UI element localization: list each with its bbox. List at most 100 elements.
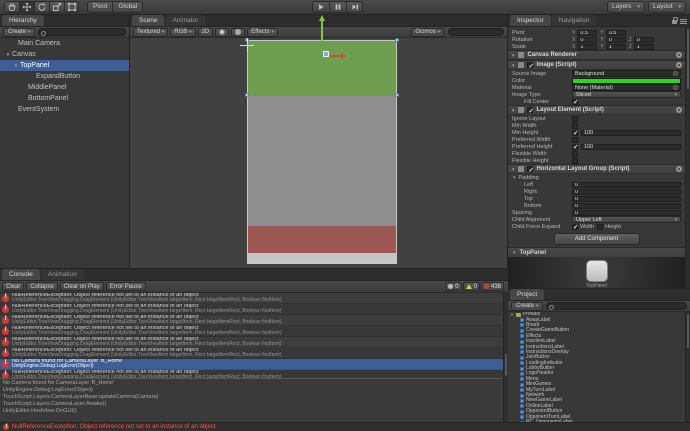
global-toggle-button[interactable]: Global [112,1,143,13]
checkbox[interactable] [572,130,578,136]
rotation-z-field[interactable]: 0 [634,37,654,43]
rotation-y-field[interactable]: 0 [606,37,626,43]
rotation-x-field[interactable]: 0 [577,37,597,43]
checkbox[interactable] [572,123,578,129]
hierarchy-item[interactable]: ▼ TopPanel [0,60,129,71]
image-component-header[interactable]: ▼ Image (Script) [508,60,685,70]
hierarchy-item[interactable]: ExpandButton [0,71,129,82]
padding-value-field[interactable]: 0 [572,189,681,195]
scale-y-field[interactable]: 1 [606,44,626,50]
rect-handle-icon[interactable] [245,93,249,97]
tab-hierarchy[interactable]: Hierarchy [2,15,44,26]
tab-animator[interactable]: Animator [165,15,205,26]
color-swatch[interactable] [572,78,681,84]
render-mode-dropdown[interactable]: RGB [170,28,195,37]
scene-viewport[interactable] [130,38,507,268]
checkbox[interactable] [572,151,578,157]
layers-dropdown[interactable]: Layers [607,1,645,13]
console-log-entry[interactable]: NullReferenceException: Object reference… [0,370,503,378]
foldout-arrow-icon[interactable]: ▼ [12,63,20,68]
foldout-arrow-icon[interactable]: ▼ [511,108,515,113]
material-field[interactable]: None (Material) [572,84,681,91]
gizmos-dropdown[interactable]: Gizmos [411,28,444,37]
scale-x-field[interactable]: 1 [577,44,597,50]
foldout-arrow-icon[interactable]: ▼ [510,312,514,317]
scale-tool-button[interactable] [49,1,64,13]
lighting-toggle-button[interactable] [215,28,229,37]
rotate-tool-button[interactable] [34,1,49,13]
warning-count-toggle[interactable]: 0 [463,282,480,291]
padding-foldout-row[interactable]: ▼ Padding [508,174,685,181]
value-field[interactable]: 100 [581,130,681,136]
component-enabled-checkbox[interactable] [527,62,533,68]
audio-toggle-button[interactable] [231,28,245,37]
foldout-arrow-icon[interactable]: ▼ [512,250,516,255]
scrollbar-thumb[interactable] [505,354,507,376]
pivot-toggle-button[interactable]: Pivot [87,1,112,13]
checkbox[interactable] [572,116,578,122]
width-checkbox[interactable] [572,224,578,230]
play-button[interactable] [312,1,329,13]
clear-on-play-button[interactable]: Clear on Play [60,282,104,291]
menu-icon[interactable] [680,19,687,24]
checkbox[interactable] [572,158,578,164]
hierarchy-item[interactable]: EventSystem [0,104,129,115]
gear-icon[interactable] [676,107,682,113]
rect-handle-icon[interactable] [395,38,399,42]
add-component-button[interactable]: Add Component [554,233,640,245]
layout-dropdown[interactable]: Layout [648,1,686,13]
hierarchy-item[interactable]: Main Camera [0,38,129,49]
scrollbar-thumb[interactable] [687,29,689,89]
console-log-entry[interactable]: NullReferenceException: Object reference… [0,348,503,359]
y-axis-gizmo[interactable] [321,21,323,41]
tab-console[interactable]: Console [2,269,40,280]
pivot-gizmo-icon[interactable] [240,38,254,52]
collapse-button[interactable]: Collapse [26,282,57,291]
tab-navigation[interactable]: Navigation [552,15,597,26]
move-tool-button[interactable] [19,1,34,13]
object-picker-icon[interactable] [673,85,678,90]
foldout-arrow-icon[interactable]: ▼ [4,52,12,57]
clear-button[interactable]: Clear [2,282,24,291]
tab-scene[interactable]: Scene [132,15,164,26]
preview-header[interactable]: ▼ TopPanel [508,247,685,257]
scene-search-input[interactable] [448,28,504,36]
lock-icon[interactable] [672,20,677,24]
ui-canvas[interactable] [247,40,397,264]
pivot-y-field[interactable]: 0.5 [606,30,626,36]
component-enabled-checkbox[interactable] [527,107,533,113]
pause-button[interactable] [329,1,346,13]
rect-handle-icon[interactable] [395,93,399,97]
padding-value-field[interactable]: 0 [572,196,681,202]
hierarchy-search-input[interactable] [38,28,126,36]
info-count-toggle[interactable]: 0 [445,282,461,291]
tab-animation[interactable]: Animation [41,269,84,280]
spacing-field[interactable]: 0 [572,210,681,216]
project-search-input[interactable] [546,302,687,310]
error-count-toggle[interactable]: 438 [481,282,504,291]
foldout-arrow-icon[interactable]: ▼ [511,63,515,68]
gear-icon[interactable] [676,52,682,58]
hand-tool-button[interactable] [4,1,19,13]
project-scrollbar[interactable] [685,312,690,422]
object-picker-icon[interactable] [673,71,678,76]
hierarchy-item[interactable]: BottomPanel [0,93,129,104]
fill-center-checkbox[interactable] [572,99,578,105]
console-log-entry[interactable]: No Camera found for CameraLayer 'B_Home'… [0,359,503,370]
checkbox[interactable] [572,137,578,143]
padding-value-field[interactable]: 0 [572,203,681,209]
height-checkbox[interactable] [597,224,603,230]
foldout-arrow-icon[interactable]: ▼ [512,175,516,180]
status-bar[interactable]: NullReferenceException: Object reference… [0,422,690,431]
project-create-button[interactable]: Create [511,302,543,311]
2d-toggle-button[interactable]: 2D [198,28,214,37]
console-log-entry[interactable]: NullReferenceException: Object reference… [0,315,503,326]
layout-element-header[interactable]: ▼ Layout Element (Script) [508,105,685,115]
gizmo-center-handle[interactable] [323,51,329,57]
inspector-scrollbar[interactable] [685,27,690,288]
hierarchy-item[interactable]: MiddlePanel [0,82,129,93]
canvas-renderer-header[interactable]: ▼ Canvas Renderer [508,50,685,60]
gear-icon[interactable] [676,166,682,172]
error-pause-button[interactable]: Error Pause [106,282,146,291]
hierarchy-create-button[interactable]: Create [3,28,35,37]
